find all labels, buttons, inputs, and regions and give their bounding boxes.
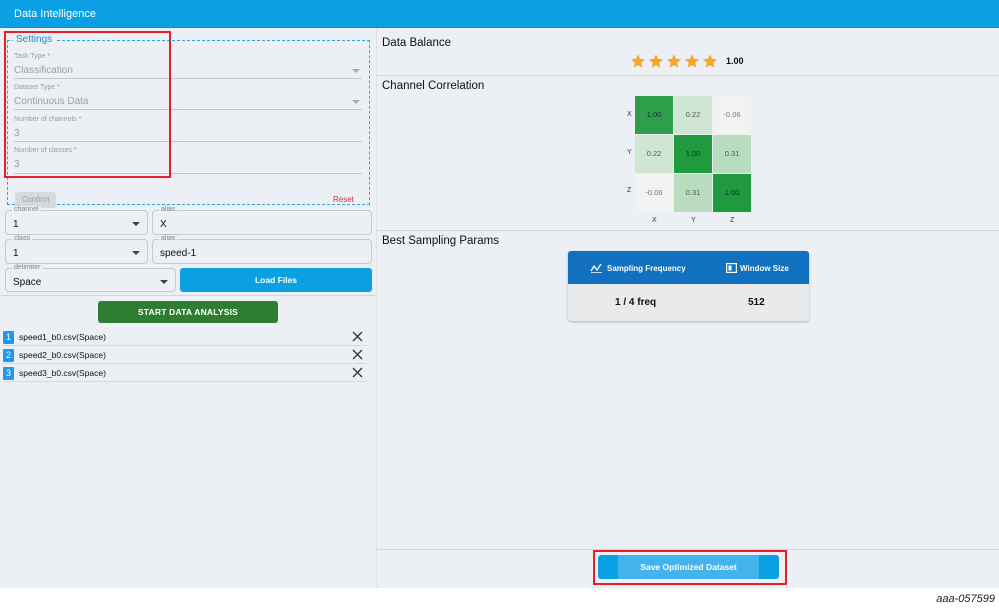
matrix-cell: 0.31 xyxy=(674,174,712,212)
class-label: class xyxy=(12,235,32,242)
bottom-strip xyxy=(0,588,999,609)
file-list-item: 3 speed3_b0.csv(Space) xyxy=(3,364,367,382)
chevron-down-icon xyxy=(352,100,360,104)
close-icon[interactable] xyxy=(352,331,363,342)
class-value: 1 xyxy=(13,248,19,259)
chevron-down-icon xyxy=(352,69,360,73)
matrix-cell: 0.31 xyxy=(713,135,751,173)
matrix-cell: -0.06 xyxy=(713,96,751,134)
reset-button[interactable]: Reset xyxy=(333,195,354,204)
class-alias-value: speed-1 xyxy=(160,248,197,259)
rating-stars xyxy=(630,53,718,69)
file-name: speed2_b0.csv(Space) xyxy=(19,350,106,360)
app-header: Data Intelligence xyxy=(0,0,999,28)
channel-alias-value: X xyxy=(160,219,167,230)
data-balance-title: Data Balance xyxy=(382,37,452,49)
star-icon xyxy=(667,54,681,68)
left-panel: Settings Task Type * Classification Data… xyxy=(0,28,376,588)
column-label: Y xyxy=(691,217,696,224)
table-header: Sampling Frequency Window Size xyxy=(568,251,809,284)
close-icon[interactable] xyxy=(352,349,363,360)
divider xyxy=(377,230,999,231)
channel-label: channel xyxy=(12,206,41,213)
highlight-settings xyxy=(4,31,171,178)
file-index-badge: 3 xyxy=(3,367,14,380)
channel-correlation-title: Channel Correlation xyxy=(382,80,485,92)
star-icon xyxy=(631,54,645,68)
close-icon[interactable] xyxy=(352,367,363,378)
delimiter-value: Space xyxy=(13,277,42,288)
right-panel: Data Balance 1.00 Channel Correlation X … xyxy=(376,28,999,588)
column-header: Window Size xyxy=(740,264,789,273)
row-label: Y xyxy=(627,149,632,156)
chevron-down-icon xyxy=(132,222,140,226)
channel-select[interactable]: channel 1 xyxy=(5,206,148,235)
star-icon xyxy=(703,54,717,68)
matrix-cell: 0.22 xyxy=(674,96,712,134)
class-select[interactable]: class 1 xyxy=(5,235,148,264)
column-label: Z xyxy=(730,217,735,224)
correlation-matrix: X Y Z 1.00 0.22 -0.06 0.22 1.00 0.31 -0.… xyxy=(627,96,751,224)
highlight-save xyxy=(593,550,787,585)
app-title: Data Intelligence xyxy=(14,8,96,20)
divider xyxy=(377,75,999,76)
divider xyxy=(0,295,376,296)
delimiter-label: delimiter xyxy=(12,264,43,271)
column-label: X xyxy=(652,217,657,224)
class-alias-label: alias xyxy=(159,235,178,242)
matrix-cell: 1.00 xyxy=(635,96,673,134)
class-alias-input[interactable]: alias speed-1 xyxy=(152,235,372,264)
star-icon xyxy=(685,54,699,68)
window-icon xyxy=(726,263,737,273)
sampling-params-table: Sampling Frequency Window Size 1 / 4 fre… xyxy=(568,251,809,321)
delimiter-select[interactable]: delimiter Space xyxy=(5,264,176,292)
channel-alias-label: alias xyxy=(159,206,178,213)
file-name: speed3_b0.csv(Space) xyxy=(19,368,106,378)
figure-id: aaa-057599 xyxy=(936,593,995,605)
file-list-item: 1 speed1_b0.csv(Space) xyxy=(3,328,367,346)
star-icon xyxy=(649,54,663,68)
chevron-down-icon xyxy=(160,280,168,284)
wave-icon xyxy=(590,263,602,273)
column-header: Sampling Frequency xyxy=(607,264,686,273)
matrix-cell: -0.06 xyxy=(635,174,673,212)
channel-alias-input[interactable]: alias X xyxy=(152,206,372,235)
file-list-item: 2 speed2_b0.csv(Space) xyxy=(3,346,367,364)
file-index-badge: 1 xyxy=(3,331,14,344)
file-index-badge: 2 xyxy=(3,349,14,362)
balance-value: 1.00 xyxy=(726,56,744,66)
chevron-down-icon xyxy=(132,251,140,255)
start-data-analysis-button[interactable]: START DATA ANALYSIS xyxy=(98,301,278,323)
load-files-button[interactable]: Load Files xyxy=(180,268,372,292)
matrix-cell: 1.00 xyxy=(674,135,712,173)
matrix-cell: 1.00 xyxy=(713,174,751,212)
channel-value: 1 xyxy=(13,219,19,230)
row-label: X xyxy=(627,111,632,118)
table-cell: 512 xyxy=(748,297,765,308)
table-cell: 1 / 4 freq xyxy=(615,297,657,308)
file-name: speed1_b0.csv(Space) xyxy=(19,332,106,342)
row-label: Z xyxy=(627,187,632,194)
best-sampling-title: Best Sampling Params xyxy=(382,235,499,247)
matrix-cell: 0.22 xyxy=(635,135,673,173)
